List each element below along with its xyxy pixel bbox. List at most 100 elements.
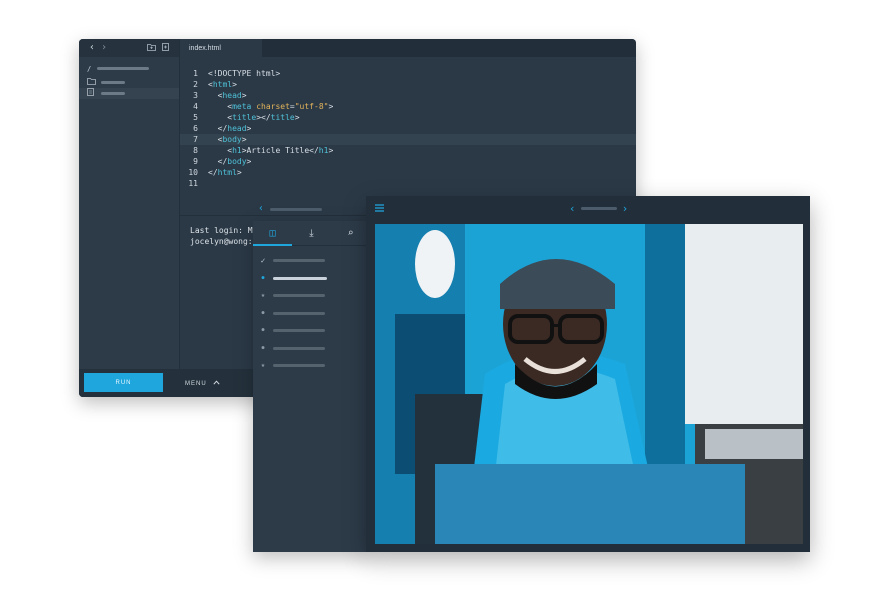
- panel-list-item[interactable]: ●: [253, 305, 370, 323]
- line-number: 7: [193, 135, 198, 144]
- menu-button[interactable]: MENU: [185, 378, 220, 387]
- preview-title-bar: [580, 207, 617, 210]
- navigator-panel: ◫ ⤓ ⌕ ✓ ● ★ ● ● ● ★: [253, 221, 370, 552]
- panel-list: ✓ ● ★ ● ● ● ★: [253, 252, 370, 375]
- line-number: 5: [193, 113, 198, 122]
- tab-index-html[interactable]: index.html: [180, 39, 262, 57]
- panel-list-item[interactable]: ●: [253, 270, 370, 288]
- line-number: 3: [193, 91, 198, 100]
- panel-list-item[interactable]: ★: [253, 357, 370, 375]
- preview-nav: ‹ ›: [569, 202, 628, 215]
- panel-list-item[interactable]: ●: [253, 322, 370, 340]
- code-line[interactable]: 8 <h1>Article Title</h1>: [180, 145, 636, 156]
- panel-list-item[interactable]: ✓: [253, 252, 370, 270]
- code-text: </body>: [208, 156, 252, 167]
- panel-tab[interactable]: ⤓: [292, 221, 331, 245]
- code-line[interactable]: 6 </head>: [180, 123, 636, 134]
- code-token: body: [222, 135, 242, 144]
- code-token: meta: [232, 102, 257, 111]
- code-token: </: [208, 124, 228, 133]
- folder-icon: [87, 77, 96, 88]
- preview-window: ‹ › ❚❚: [366, 196, 810, 552]
- code-area[interactable]: 1 <!DOCTYPE html> 2 <html> 3 <head> 4 <meta c…: [180, 68, 636, 189]
- panel-list-item[interactable]: ★: [253, 287, 370, 305]
- code-token: head: [227, 124, 247, 133]
- code-token: >: [241, 135, 247, 144]
- editor-tab-bar: index.html: [180, 39, 636, 57]
- code-text: </html>: [208, 167, 242, 178]
- terminal-line-2: jocelyn@wong:~: [190, 237, 258, 246]
- code-line[interactable]: 10 </html>: [180, 167, 636, 178]
- code-line[interactable]: 5 <title></title>: [180, 112, 636, 123]
- code-text: <h1>Article Title</h1>: [208, 145, 333, 156]
- line-number: 10: [188, 168, 198, 177]
- chevron-left-icon[interactable]: ‹: [569, 202, 576, 215]
- code-line[interactable]: 3 <head>: [180, 90, 636, 101]
- line-number: 6: [193, 124, 198, 133]
- sidebar-item-folder[interactable]: [79, 77, 179, 88]
- path-placeholder-bar: [97, 67, 150, 70]
- preview-toolbar: ‹ ›: [366, 196, 810, 221]
- code-text: <head>: [208, 90, 247, 101]
- line-number: 1: [193, 69, 198, 78]
- code-token: h1: [318, 146, 329, 155]
- code-token: >: [294, 113, 300, 122]
- list-item-bar: [273, 329, 325, 333]
- hamburger-menu-icon[interactable]: [375, 203, 384, 214]
- code-token: <: [208, 135, 223, 144]
- code-text: <title></title>: [208, 112, 300, 123]
- video-feed: ❚❚: [375, 224, 803, 544]
- panel-list-item[interactable]: ●: [253, 340, 370, 358]
- file-icon: [87, 88, 95, 99]
- code-token: >: [241, 91, 247, 100]
- code-token: ></: [256, 113, 271, 122]
- terminal[interactable]: Last login: Mon jocelyn@wong:~: [190, 225, 262, 247]
- code-line[interactable]: 11: [180, 178, 636, 189]
- code-token: title: [232, 113, 257, 122]
- panel-collapse-control[interactable]: ‹: [258, 204, 323, 214]
- checkmark-icon: ✓: [260, 255, 266, 265]
- dot-icon: ●: [261, 274, 265, 281]
- code-token: <: [208, 102, 233, 111]
- new-folder-icon[interactable]: [147, 43, 156, 54]
- dot-icon: ●: [261, 327, 265, 334]
- code-token: <!DOCTYPE html>: [208, 69, 281, 78]
- code-line[interactable]: 1 <!DOCTYPE html>: [180, 68, 636, 79]
- dot-icon: ●: [261, 344, 265, 351]
- line-number: 8: [193, 146, 198, 155]
- run-button[interactable]: RUN: [84, 373, 163, 392]
- collapse-bar: [270, 207, 323, 211]
- code-line[interactable]: 9 </body>: [180, 156, 636, 167]
- back-icon[interactable]: ‹: [89, 43, 95, 53]
- new-file-icon[interactable]: [162, 42, 169, 54]
- panel-tab[interactable]: ◫: [253, 221, 292, 246]
- code-token: html: [217, 168, 237, 177]
- list-item-bar: [273, 311, 325, 315]
- chevron-left-icon[interactable]: ‹: [258, 204, 264, 214]
- folder-name-bar: [101, 81, 125, 84]
- file-name-bar: [101, 92, 125, 95]
- code-token: head: [222, 91, 242, 100]
- path-label: /: [87, 64, 92, 73]
- list-item-bar: [273, 346, 325, 350]
- code-line[interactable]: 2 <html>: [180, 79, 636, 90]
- star-icon: ★: [260, 361, 266, 370]
- code-token: <: [208, 91, 223, 100]
- code-token: <: [208, 113, 233, 122]
- code-line[interactable]: 7 <body>: [180, 134, 636, 145]
- sidebar-path: /: [79, 63, 179, 74]
- chevron-right-icon[interactable]: ›: [622, 202, 629, 215]
- code-token: >: [328, 146, 334, 155]
- code-token: >: [246, 157, 252, 166]
- sidebar-item-file[interactable]: [79, 88, 179, 99]
- code-token: html: [212, 80, 233, 89]
- forward-icon[interactable]: ›: [101, 43, 107, 53]
- panel-tab[interactable]: ⌕: [331, 221, 370, 245]
- code-token: >: [328, 102, 334, 111]
- code-line[interactable]: 4 <meta charset="utf-8">: [180, 101, 636, 112]
- code-text: <!DOCTYPE html>: [208, 68, 280, 79]
- download-icon: ⤓: [309, 227, 314, 239]
- sidebar-toolbar: ‹ ›: [79, 39, 179, 57]
- code-token: "utf-8": [294, 102, 329, 111]
- line-number: 9: [193, 157, 198, 166]
